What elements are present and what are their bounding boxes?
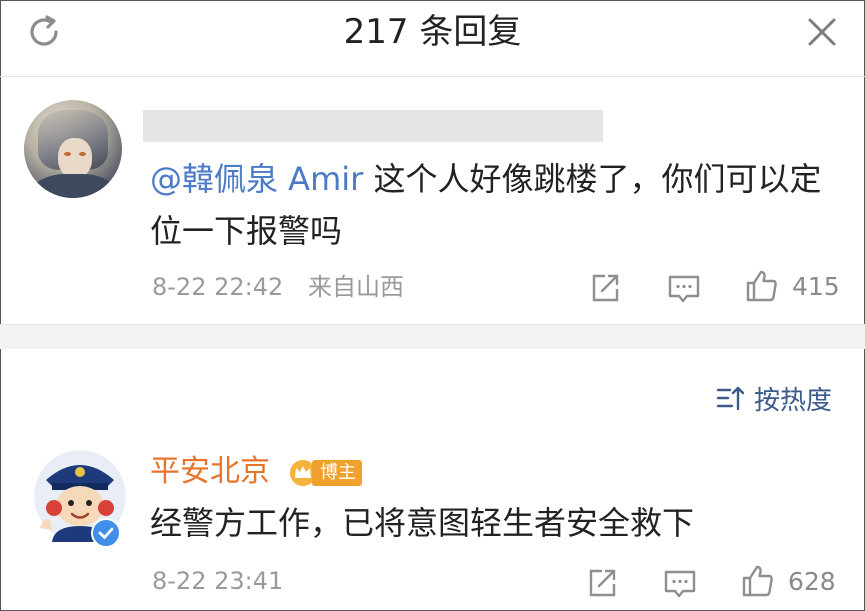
sort-label: 按热度 bbox=[754, 385, 833, 416]
comment-text: 经警方工作，已将意图轻生者安全救下 bbox=[150, 504, 695, 542]
avatar-face bbox=[58, 138, 92, 178]
header: 217 条回复 bbox=[0, 0, 865, 77]
like-icon[interactable] bbox=[740, 563, 776, 599]
page-title: 217 条回复 bbox=[343, 12, 522, 52]
sort-icon bbox=[716, 386, 745, 411]
redacted-username bbox=[143, 110, 603, 142]
comment-timestamp: 8-22 22:42 bbox=[152, 273, 284, 301]
author-badge: 博主 bbox=[288, 458, 362, 488]
comment-source: 来自山西 bbox=[308, 273, 404, 301]
comment-icon[interactable] bbox=[666, 270, 702, 306]
comment-icon[interactable] bbox=[662, 565, 698, 601]
section-divider bbox=[0, 324, 865, 349]
like-icon[interactable] bbox=[744, 268, 780, 304]
avatar-eye bbox=[64, 152, 71, 156]
avatar-shoulder bbox=[34, 174, 114, 198]
comment-timestamp: 8-22 23:41 bbox=[152, 567, 284, 595]
verified-badge-icon bbox=[91, 518, 121, 548]
share-icon[interactable] bbox=[587, 270, 623, 306]
like-count: 415 bbox=[792, 272, 840, 301]
like-count: 628 bbox=[788, 567, 836, 596]
refresh-icon[interactable] bbox=[22, 10, 66, 54]
close-icon[interactable] bbox=[800, 10, 844, 54]
comment-text: @韓佩泉 Amir 这个人好像跳楼了，你们可以定位一下报警吗 bbox=[150, 153, 840, 257]
badge-label: 博主 bbox=[312, 460, 362, 486]
avatar[interactable] bbox=[24, 100, 122, 198]
username[interactable]: 平安北京 bbox=[150, 452, 270, 492]
avatar-eye bbox=[79, 152, 86, 156]
share-icon[interactable] bbox=[584, 565, 620, 601]
mention-link[interactable]: @韓佩泉 Amir bbox=[150, 160, 363, 198]
sort-by-hot-button[interactable]: 按热度 bbox=[716, 378, 832, 418]
